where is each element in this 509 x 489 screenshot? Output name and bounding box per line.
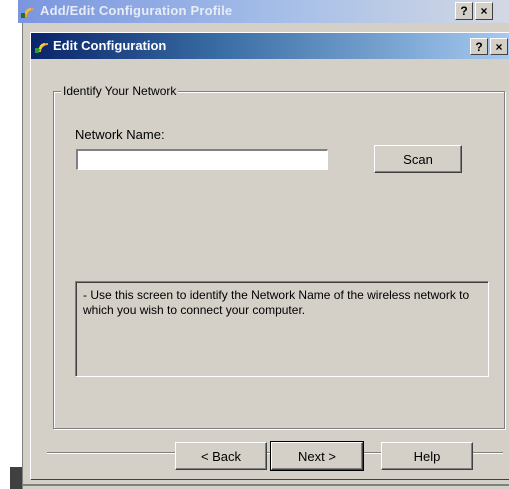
background-window-bottom-edge bbox=[22, 484, 509, 486]
info-text: - Use this screen to identify the Networ… bbox=[83, 288, 470, 317]
dialog-titlebar[interactable]: Edit Configuration ? × bbox=[31, 33, 509, 59]
scan-button[interactable]: Scan bbox=[374, 145, 462, 173]
background-window-edge bbox=[18, 23, 23, 489]
help-button[interactable]: ? bbox=[470, 38, 488, 55]
dialog-title: Edit Configuration bbox=[53, 38, 167, 53]
screen: Add/Edit Configuration Profile ? × Edit … bbox=[0, 0, 509, 489]
wireless-signal-icon bbox=[21, 8, 35, 18]
background-close-button[interactable]: × bbox=[475, 2, 493, 20]
edit-configuration-dialog: Edit Configuration ? × Identify Your Net… bbox=[30, 32, 509, 479]
background-window-corner bbox=[10, 467, 22, 489]
network-name-label: Network Name: bbox=[75, 127, 165, 142]
background-window-controls: ? × bbox=[455, 2, 493, 20]
background-window-titlebar[interactable]: Add/Edit Configuration Profile ? × bbox=[18, 0, 509, 23]
background-window-title: Add/Edit Configuration Profile bbox=[40, 3, 233, 18]
network-name-input[interactable] bbox=[76, 149, 328, 170]
dialog-title-controls: ? × bbox=[470, 38, 508, 55]
wireless-signal-icon bbox=[35, 43, 49, 53]
back-button[interactable]: < Back bbox=[175, 442, 267, 470]
background-help-button[interactable]: ? bbox=[455, 2, 473, 20]
close-button[interactable]: × bbox=[490, 38, 508, 55]
groupbox-label: Identify Your Network bbox=[61, 84, 179, 98]
help-dialog-button[interactable]: Help bbox=[381, 442, 473, 470]
next-button[interactable]: Next > bbox=[270, 441, 364, 471]
